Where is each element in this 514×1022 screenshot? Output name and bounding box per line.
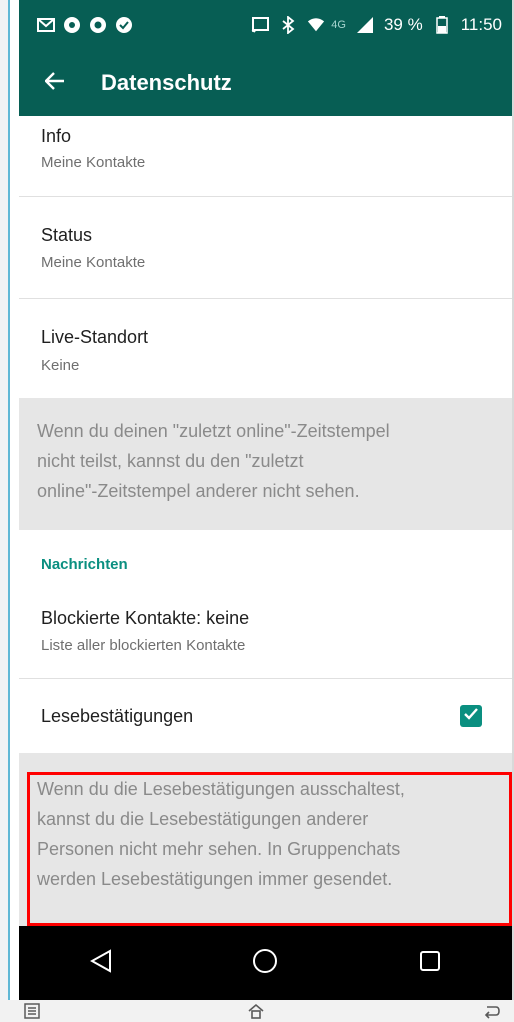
privacy-item-label: Status xyxy=(41,225,93,245)
nav-back-button[interactable] xyxy=(71,933,131,993)
settings-list: Info Meine Kontakte Status Meine Kontakt… xyxy=(19,116,512,926)
record-icon xyxy=(89,16,107,34)
clock: 11:50 xyxy=(460,15,502,34)
battery-icon xyxy=(433,16,451,34)
privacy-item-live-location[interactable]: Live-Standort Keine xyxy=(19,299,512,398)
wifi-icon xyxy=(307,16,325,34)
cast-icon xyxy=(251,16,270,34)
return-icon[interactable] xyxy=(482,1002,502,1020)
blocked-contacts-label: Blockierte Kontakte: keine xyxy=(41,608,250,628)
app-bar: Datenschutz xyxy=(19,50,512,116)
privacy-item-value: Meine Kontakte xyxy=(41,254,146,271)
info-line: online"-Zeitstempel anderer nicht sehen. xyxy=(37,481,360,501)
privacy-item-label: Live-Standort xyxy=(41,327,149,347)
network-type-label: 4G xyxy=(331,19,346,31)
section-header-messages: Nachrichten xyxy=(41,556,128,573)
home-circle-icon xyxy=(252,948,278,979)
recents-square-icon xyxy=(419,950,441,977)
nav-home-button[interactable] xyxy=(235,933,295,993)
info-line: Wenn du deinen "zuletzt online"-Zeitstem… xyxy=(37,421,390,441)
frame-left-gutter xyxy=(0,0,8,1000)
back-triangle-icon xyxy=(90,948,112,978)
checkmark-icon xyxy=(463,707,479,726)
read-receipts-checkbox[interactable] xyxy=(460,705,482,727)
last-seen-info-box: Wenn du deinen "zuletzt online"-Zeitstem… xyxy=(19,398,512,530)
back-button[interactable] xyxy=(27,55,83,111)
highlight-box xyxy=(27,772,512,926)
privacy-item-info[interactable]: Info Meine Kontakte xyxy=(19,116,512,196)
emulator-bottom-bar xyxy=(0,1000,514,1022)
android-nav-bar xyxy=(19,926,512,1000)
menu-icon[interactable] xyxy=(22,1002,42,1020)
privacy-item-label: Info xyxy=(41,126,72,146)
battery-percent: 39 % xyxy=(383,15,423,34)
frame-accent-line xyxy=(8,0,10,1000)
phone-screen: 4G 39 % 11:50 Datenschutz Info Meine Kon… xyxy=(19,0,512,1000)
status-left-icons xyxy=(19,16,133,34)
info-line: nicht teilst, kannst du den "zuletzt xyxy=(37,451,304,471)
read-receipts-item[interactable]: Lesebestätigungen xyxy=(19,679,512,753)
chrome-icon xyxy=(63,16,81,34)
privacy-item-status[interactable]: Status Meine Kontakte xyxy=(19,197,512,298)
privacy-item-value: Keine xyxy=(41,357,80,374)
bluetooth-icon xyxy=(279,16,297,34)
privacy-item-value: Meine Kontakte xyxy=(41,154,146,171)
gmail-icon xyxy=(37,16,55,34)
arrow-left-icon xyxy=(44,71,65,95)
nav-recents-button[interactable] xyxy=(400,933,460,993)
blocked-contacts-sub: Liste aller blockierten Kontakte xyxy=(41,637,246,654)
status-right-icons: 4G 39 % 11:50 xyxy=(251,0,502,50)
signal-icon xyxy=(356,16,374,34)
status-bar: 4G 39 % 11:50 xyxy=(19,0,512,50)
read-receipts-label: Lesebestätigungen xyxy=(41,706,194,726)
page-title: Datenschutz xyxy=(101,70,232,95)
check-circle-icon xyxy=(115,16,133,34)
blocked-contacts-item[interactable]: Blockierte Kontakte: keine Liste aller b… xyxy=(19,586,512,676)
home-icon[interactable] xyxy=(246,1002,266,1020)
